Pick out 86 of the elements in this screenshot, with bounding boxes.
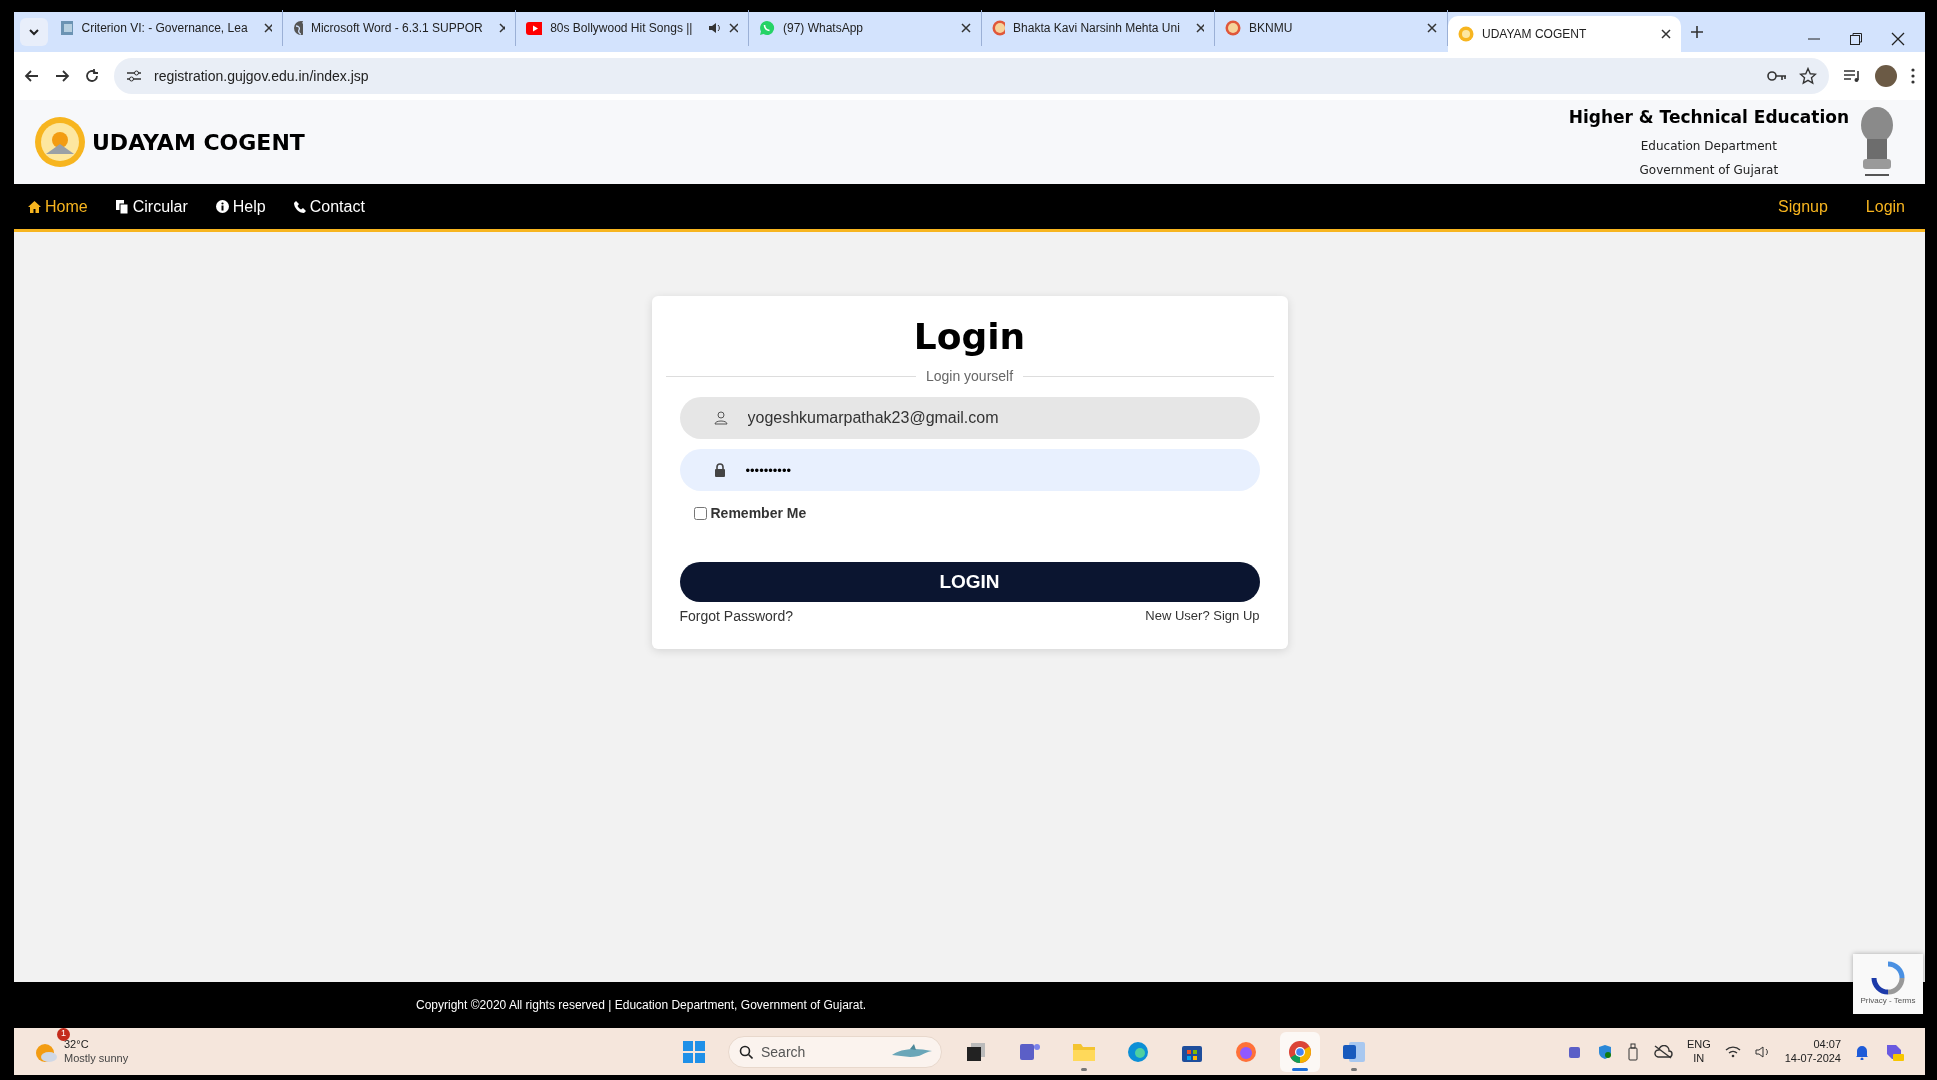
remember-label: Remember Me — [710, 504, 807, 523]
recaptcha-links[interactable]: Privacy - Terms — [1860, 995, 1916, 1007]
task-view-icon — [965, 1040, 987, 1063]
email-field[interactable]: yogeshkumarpathak23@gmail.com — [679, 397, 1260, 439]
recaptcha-badge[interactable]: Privacy - Terms — [1853, 954, 1923, 1014]
folder-icon — [1072, 1041, 1096, 1062]
phone-icon — [293, 200, 306, 213]
profile-avatar[interactable] — [1875, 65, 1897, 87]
wifi-icon[interactable] — [1724, 1045, 1741, 1058]
tab-title: UDAYAM COGENT — [1482, 26, 1587, 43]
media-queue-icon[interactable] — [1843, 69, 1861, 83]
password-field[interactable]: •••••••••• — [679, 449, 1260, 491]
speaker-icon[interactable] — [708, 22, 722, 34]
weather-description: Mostly sunny — [64, 1051, 129, 1066]
plus-icon — [1690, 25, 1704, 39]
brand-title: UDAYAM COGENT — [92, 128, 305, 157]
forward-icon[interactable] — [54, 68, 70, 84]
url-text: registration.gujgov.edu.in/index.jsp — [154, 66, 369, 86]
org-government: Government of Gujarat — [1639, 161, 1779, 179]
chevron-down-icon — [28, 26, 40, 38]
address-bar[interactable]: registration.gujgov.edu.in/index.jsp — [114, 58, 1829, 94]
word-doc-icon — [1342, 1040, 1366, 1063]
browser-tab[interactable]: UDAYAM COGENT — [1448, 16, 1681, 52]
browser-tab[interactable]: Microsoft Word - 6.3.1 SUPPOR — [283, 10, 516, 46]
tab-title: Bhakta Kavi Narsinh Mehta Uni — [1013, 20, 1180, 37]
chrome-logo-icon — [1288, 1039, 1312, 1064]
home-icon — [28, 200, 41, 213]
search-icon — [739, 1044, 753, 1059]
star-icon[interactable] — [1799, 67, 1817, 85]
forgot-password-link[interactable]: Forgot Password? — [679, 606, 794, 627]
usb-drive-icon[interactable] — [1626, 1042, 1639, 1061]
tab-title: (97) WhatsApp — [783, 20, 864, 37]
browser-tab[interactable]: Criterion VI: - Governance, Lea — [50, 10, 283, 46]
sun-logo-icon — [1458, 26, 1474, 42]
seal-icon — [992, 20, 1006, 36]
browser-tab[interactable]: BKNMU — [1215, 10, 1448, 46]
nav-link[interactable]: Signup — [1778, 194, 1828, 219]
seal-icon — [1225, 20, 1241, 36]
login-subtitle: Login yourself — [925, 367, 1014, 386]
reload-icon[interactable] — [84, 68, 100, 84]
menu-icon[interactable] — [1911, 68, 1915, 84]
remember-checkbox[interactable] — [693, 507, 707, 520]
bell-icon[interactable] — [1855, 1043, 1869, 1060]
language-indicator[interactable]: ENG — [1686, 1037, 1711, 1052]
nav-link[interactable]: Circular — [115, 194, 188, 219]
taskbar-search-field[interactable]: Search — [728, 1035, 942, 1068]
tab-list-button[interactable] — [20, 18, 48, 46]
tab-title: Microsoft Word - 6.3.1 SUPPOR — [310, 20, 483, 37]
browser-tab[interactable]: 80s Bollywood Hit Songs || — [516, 10, 749, 46]
tab-title: BKNMU — [1249, 20, 1293, 37]
lock-icon — [713, 463, 726, 477]
footer-copyright: Copyright ©2020 All rights reserved | Education Department, Government of Gujarat. — [416, 997, 867, 1014]
clock-date[interactable]: 14-07-2024 — [1784, 1051, 1841, 1066]
restore-icon[interactable] — [1849, 32, 1863, 46]
login-button[interactable]: LOGIN — [679, 562, 1260, 602]
browser-tab[interactable]: (97) WhatsApp — [749, 10, 982, 46]
org-department: Education Department — [1640, 137, 1777, 155]
recaptcha-icon — [1871, 961, 1905, 995]
sun-logo-icon — [34, 116, 86, 168]
play-icon — [526, 21, 543, 35]
clock-time[interactable]: 04:07 — [1813, 1037, 1841, 1052]
browser-swirl-icon — [1127, 1040, 1149, 1063]
tab-title: 80s Bollywood Hit Songs || — [550, 20, 693, 37]
user-icon — [713, 411, 728, 425]
login-title: Login — [913, 315, 1026, 359]
nav-link[interactable]: Help — [215, 194, 266, 219]
info-icon — [215, 200, 229, 213]
back-icon[interactable] — [24, 68, 40, 84]
new-user-sign-up-link[interactable]: New User? Sign Up — [1145, 606, 1260, 627]
shield-icon[interactable] — [1596, 1043, 1613, 1060]
site-settings-icon[interactable] — [126, 69, 142, 83]
document-icon — [60, 20, 74, 36]
fox-globe-icon — [1235, 1040, 1257, 1063]
nav-link[interactable]: Home — [28, 194, 88, 219]
documents-icon — [115, 199, 129, 214]
key-icon[interactable] — [1767, 70, 1787, 82]
region-indicator[interactable]: IN — [1693, 1051, 1705, 1066]
tab-title: Criterion VI: - Governance, Lea — [81, 20, 248, 37]
browser-tab[interactable]: Bhakta Kavi Narsinh Mehta Uni — [982, 10, 1215, 46]
org-title: Higher & Technical Education — [1568, 106, 1849, 130]
nav-link[interactable]: Login — [1865, 194, 1905, 219]
speaker-icon[interactable] — [1754, 1044, 1771, 1059]
chat-bubble-icon — [759, 20, 775, 36]
windows-logo-icon — [683, 1040, 705, 1063]
cloud-off-icon[interactable] — [1652, 1044, 1673, 1059]
nav-link[interactable]: Contact — [293, 194, 365, 219]
